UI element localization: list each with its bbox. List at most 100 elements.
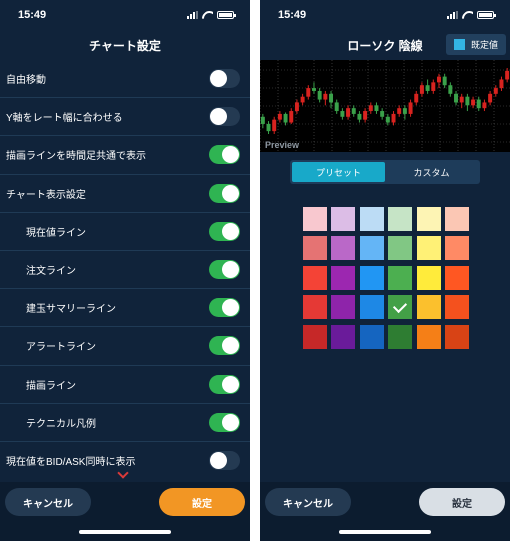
candle-body [357, 113, 362, 120]
color-swatch[interactable] [416, 236, 441, 261]
color-swatch[interactable] [303, 265, 327, 290]
tab-custom[interactable]: カスタム [385, 162, 478, 182]
color-swatch[interactable] [331, 295, 356, 320]
toggle-knob [222, 375, 239, 393]
color-swatch[interactable] [331, 207, 356, 231]
color-swatch[interactable] [388, 265, 413, 290]
color-swatch[interactable] [388, 236, 413, 261]
setting-toggle[interactable] [209, 336, 240, 356]
setting-label: Y軸をレート幅に合わせる [6, 113, 123, 125]
wifi-icon [462, 11, 473, 19]
setting-label: チャート表示設定 [6, 189, 86, 201]
candle-body [306, 88, 311, 97]
setting-toggle[interactable] [209, 221, 240, 241]
color-swatch[interactable] [359, 207, 384, 231]
color-swatch[interactable] [444, 324, 469, 349]
setting-label: 建玉サマリーライン [26, 304, 116, 316]
candle-body [260, 116, 265, 124]
candle-body [442, 76, 447, 86]
color-swatch[interactable] [416, 207, 441, 231]
signal-icon [187, 11, 198, 19]
color-swatch[interactable] [303, 295, 327, 320]
tab-preset[interactable]: プリセット [292, 162, 385, 182]
setting-toggle[interactable] [209, 107, 240, 127]
candle-body [323, 93, 328, 100]
candle-body [380, 111, 385, 117]
cancel-button[interactable]: キャンセル [5, 488, 91, 516]
color-swatch[interactable] [359, 324, 384, 349]
color-swatch[interactable] [331, 265, 356, 290]
candle-body [385, 116, 390, 123]
color-swatch[interactable] [444, 265, 469, 290]
color-swatch[interactable] [444, 207, 469, 231]
candle-body [499, 79, 504, 89]
signal-icon [447, 11, 458, 19]
setting-toggle[interactable] [209, 412, 240, 432]
setting-row: Y軸をレート幅に合わせる [0, 98, 250, 137]
set-button[interactable]: 設定 [159, 488, 245, 516]
status-time: 15:49 [18, 9, 47, 21]
setting-toggle[interactable] [209, 145, 240, 165]
setting-toggle[interactable] [209, 298, 240, 318]
cancel-button[interactable]: キャンセル [265, 488, 351, 516]
color-swatch[interactable] [416, 324, 441, 349]
status-bar: 15:49 [0, 0, 250, 30]
color-swatch[interactable] [359, 295, 384, 320]
color-swatch[interactable] [331, 236, 356, 261]
color-swatch[interactable] [303, 236, 327, 261]
default-button[interactable]: 既定値 [446, 34, 506, 55]
setting-toggle[interactable] [209, 374, 240, 394]
candle-body [459, 96, 464, 103]
color-swatch[interactable] [303, 207, 327, 231]
set-button[interactable]: 設定 [419, 488, 505, 516]
settings-list[interactable]: 自由移動 Y軸をレート幅に合わせる描画ラインを時間足共通で表示チャート表示設定現在… [0, 60, 250, 474]
battery-icon [217, 11, 236, 19]
toggle-knob [222, 261, 239, 279]
candle-body [493, 88, 498, 94]
color-swatch[interactable] [388, 324, 413, 349]
candle-body [419, 85, 424, 94]
candle-body [289, 111, 294, 123]
color-swatch[interactable] [331, 324, 356, 349]
candle-body [408, 102, 413, 114]
chart-settings-screen: 15:49 チャート設定 自由移動 Y軸をレート幅に合わせる 描画ラインを時間足共通… [0, 0, 250, 541]
setting-toggle[interactable] [209, 260, 240, 280]
candle-body [414, 93, 419, 103]
candle-body [266, 123, 271, 132]
setting-row: 描画ライン [0, 366, 250, 404]
status-time: 15:49 [278, 9, 307, 21]
toggle-knob [210, 451, 227, 469]
setting-row: 描画ラインを時間足共通で表示 [0, 136, 250, 175]
toggle-knob [222, 299, 239, 317]
setting-row: アラートライン [0, 327, 250, 366]
color-swatch[interactable] [416, 265, 441, 290]
color-swatch[interactable] [359, 265, 384, 290]
setting-label: アラートライン [26, 342, 96, 354]
chart-preview: Preview [260, 60, 510, 152]
color-swatch[interactable] [303, 324, 327, 349]
color-swatch[interactable] [388, 207, 413, 231]
toggle-knob [222, 146, 239, 164]
setting-label: 自由移動 [6, 75, 46, 87]
candle-body [374, 105, 379, 112]
setting-toggle[interactable] [209, 450, 240, 470]
color-swatch[interactable] [416, 295, 441, 320]
candle-body [402, 108, 407, 114]
candle-body [317, 90, 322, 100]
home-indicator [339, 530, 431, 534]
candle-body [465, 96, 470, 106]
toggle-knob [222, 413, 239, 431]
status-icons [187, 11, 236, 19]
color-swatch[interactable] [444, 295, 469, 320]
color-swatch[interactable] [359, 236, 384, 261]
checkmark-icon [393, 299, 408, 314]
candle-body [277, 113, 282, 120]
footer-bar: キャンセル 設定 [260, 482, 510, 541]
color-swatch[interactable] [444, 236, 469, 261]
status-icons [447, 11, 496, 19]
setting-toggle[interactable] [209, 183, 240, 203]
setting-row: 現在値ライン [0, 213, 250, 251]
candle-body [425, 85, 430, 91]
color-swatch[interactable] [388, 295, 413, 320]
setting-toggle[interactable] [209, 69, 240, 89]
